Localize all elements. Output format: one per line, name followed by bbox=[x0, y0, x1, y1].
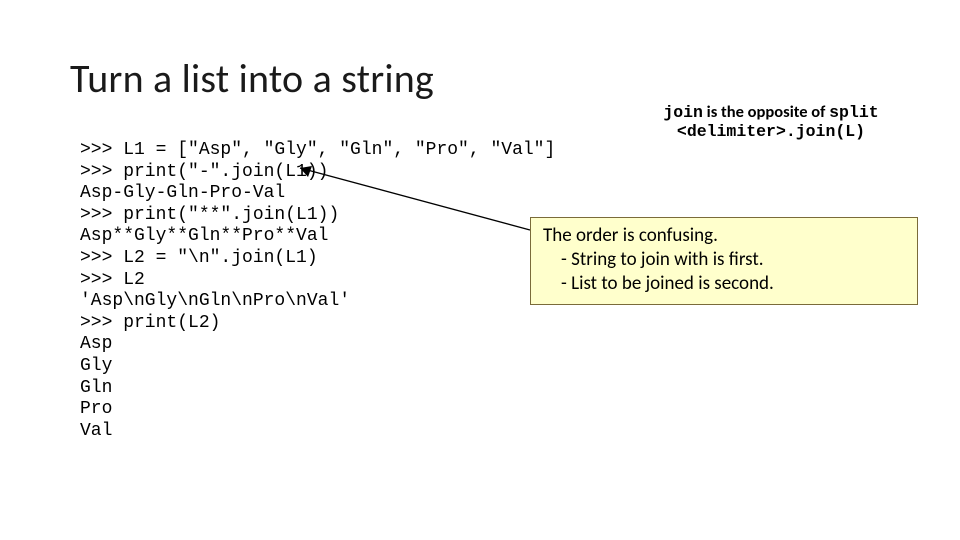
code-line: >>> print("-".join(L1)) bbox=[80, 162, 328, 182]
code-line: Asp**Gly**Gln**Pro**Val bbox=[80, 226, 328, 246]
code-line: >>> L1 = ["Asp", "Gly", "Gln", "Pro", "V… bbox=[80, 140, 555, 160]
top-annotation-syntax: <delimiter>.join(L) bbox=[677, 122, 865, 141]
code-line: >>> print(L2) bbox=[80, 313, 220, 333]
code-line: Gln bbox=[80, 378, 112, 398]
code-line: 'Asp\nGly\nGln\nPro\nVal' bbox=[80, 291, 350, 311]
slide-title: Turn a list into a string bbox=[70, 54, 434, 103]
code-line: >>> L2 = "\n".join(L1) bbox=[80, 248, 318, 268]
top-annotation-mid: is the opposite of bbox=[703, 102, 829, 122]
code-line: >>> L2 bbox=[80, 270, 145, 290]
code-line: Val bbox=[80, 421, 112, 441]
top-annotation: join is the opposite of split <delimiter… bbox=[601, 103, 941, 142]
callout-line: - String to join with is first. bbox=[543, 248, 907, 272]
code-line: Pro bbox=[80, 399, 112, 419]
code-line: Asp-Gly-Gln-Pro-Val bbox=[80, 183, 285, 203]
top-annotation-split: split bbox=[829, 103, 879, 122]
code-line: Asp bbox=[80, 334, 112, 354]
code-block: >>> L1 = ["Asp", "Gly", "Gln", "Pro", "V… bbox=[80, 140, 555, 442]
callout-line: - List to be joined is second. bbox=[543, 272, 907, 296]
code-line: >>> print("**".join(L1)) bbox=[80, 205, 339, 225]
callout-line: The order is confusing. bbox=[543, 224, 907, 248]
code-line: Gly bbox=[80, 356, 112, 376]
callout-box: The order is confusing. - String to join… bbox=[530, 217, 918, 305]
top-annotation-join: join bbox=[663, 103, 703, 122]
